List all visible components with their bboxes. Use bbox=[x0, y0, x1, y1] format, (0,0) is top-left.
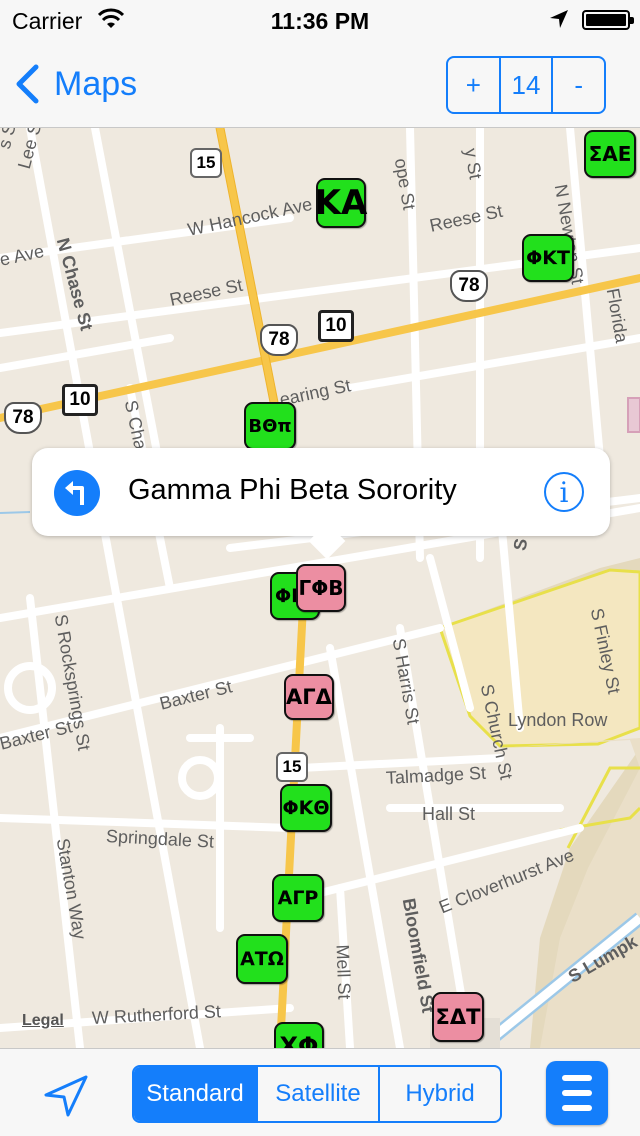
us-78-shield-center: 78 bbox=[260, 324, 298, 356]
segment-hybrid[interactable]: Hybrid bbox=[378, 1067, 500, 1121]
chevron-left-icon bbox=[16, 64, 39, 104]
pin-gamma-phi-beta[interactable]: ΓΦΒ bbox=[296, 564, 346, 612]
us-78-shield-west: 78 bbox=[4, 402, 42, 434]
current-location-icon[interactable] bbox=[42, 1073, 90, 1117]
route-15-shield-bottom: 15 bbox=[276, 752, 308, 782]
ga-10-shield-west: 10 bbox=[62, 384, 98, 416]
menu-icon-bar bbox=[562, 1090, 592, 1096]
pin-chi-phi[interactable]: ΧΦ bbox=[274, 1022, 324, 1048]
zoom-level: 14 bbox=[498, 58, 554, 112]
directions-button[interactable] bbox=[54, 470, 100, 516]
pin-alpha-gamma-rho[interactable]: ΑΓΡ bbox=[272, 874, 324, 922]
info-button[interactable]: i bbox=[544, 472, 584, 512]
turn-left-icon bbox=[65, 481, 84, 505]
pin-phi-kappa-theta[interactable]: ΦΚΘ bbox=[280, 784, 332, 832]
zoom-in-button[interactable]: + bbox=[448, 58, 499, 112]
app-root: Carrier 11:36 PM Maps + 14 - Lee St N Ch… bbox=[0, 0, 640, 1136]
location-arrow-icon bbox=[550, 10, 568, 28]
navigation-bar: Maps + 14 - bbox=[0, 40, 640, 128]
back-label: Maps bbox=[54, 64, 138, 103]
clock: 11:36 PM bbox=[270, 8, 370, 34]
zoom-control: + 14 - bbox=[446, 56, 606, 114]
legal-link[interactable]: Legal bbox=[22, 1012, 64, 1030]
pin-kappa-alpha[interactable]: ΚΑ bbox=[315, 178, 367, 228]
back-button[interactable]: Maps bbox=[14, 60, 137, 108]
pin-phi-kappa-tau[interactable]: ΦΚΤ bbox=[522, 234, 574, 282]
segment-satellite[interactable]: Satellite bbox=[256, 1067, 378, 1121]
pin-beta-theta-pi[interactable]: ΒΘπ bbox=[244, 402, 296, 450]
us-78-shield-east: 78 bbox=[450, 270, 488, 302]
map-type-segmented-control: Standard Satellite Hybrid bbox=[132, 1065, 502, 1123]
bottom-toolbar: Standard Satellite Hybrid bbox=[0, 1048, 640, 1136]
status-bar: Carrier 11:36 PM bbox=[0, 0, 640, 40]
callout-title: Gamma Phi Beta Sorority bbox=[128, 474, 457, 506]
menu-icon-bar bbox=[562, 1105, 592, 1111]
annotation-callout[interactable]: Gamma Phi Beta Sorority i bbox=[32, 448, 610, 560]
pin-alpha-tau-omega[interactable]: ΑΤΩ bbox=[236, 934, 288, 984]
street-label-lyndon: Lyndon Row bbox=[508, 710, 608, 730]
pin-sigma-alpha-epsilon[interactable]: ΣΑΕ bbox=[584, 130, 636, 178]
menu-icon-bar bbox=[562, 1075, 592, 1081]
zoom-out-button[interactable]: - bbox=[553, 58, 604, 112]
menu-button[interactable] bbox=[546, 1061, 608, 1125]
street-label-hall: Hall St bbox=[422, 804, 476, 824]
ga-10-shield-center: 10 bbox=[318, 310, 354, 342]
map-view[interactable]: Lee St N Chase St W Hancock Ave Reese St… bbox=[0, 128, 640, 1048]
pin-alpha-gamma-delta[interactable]: ΑΓΔ bbox=[284, 674, 334, 720]
route-15-shield-top: 15 bbox=[190, 148, 222, 178]
segment-standard[interactable]: Standard bbox=[134, 1067, 256, 1121]
pin-sigma-delta-tau[interactable]: ΣΔΤ bbox=[432, 992, 484, 1042]
street-label-mell: Mell St bbox=[332, 944, 355, 1000]
battery-icon bbox=[582, 10, 634, 30]
